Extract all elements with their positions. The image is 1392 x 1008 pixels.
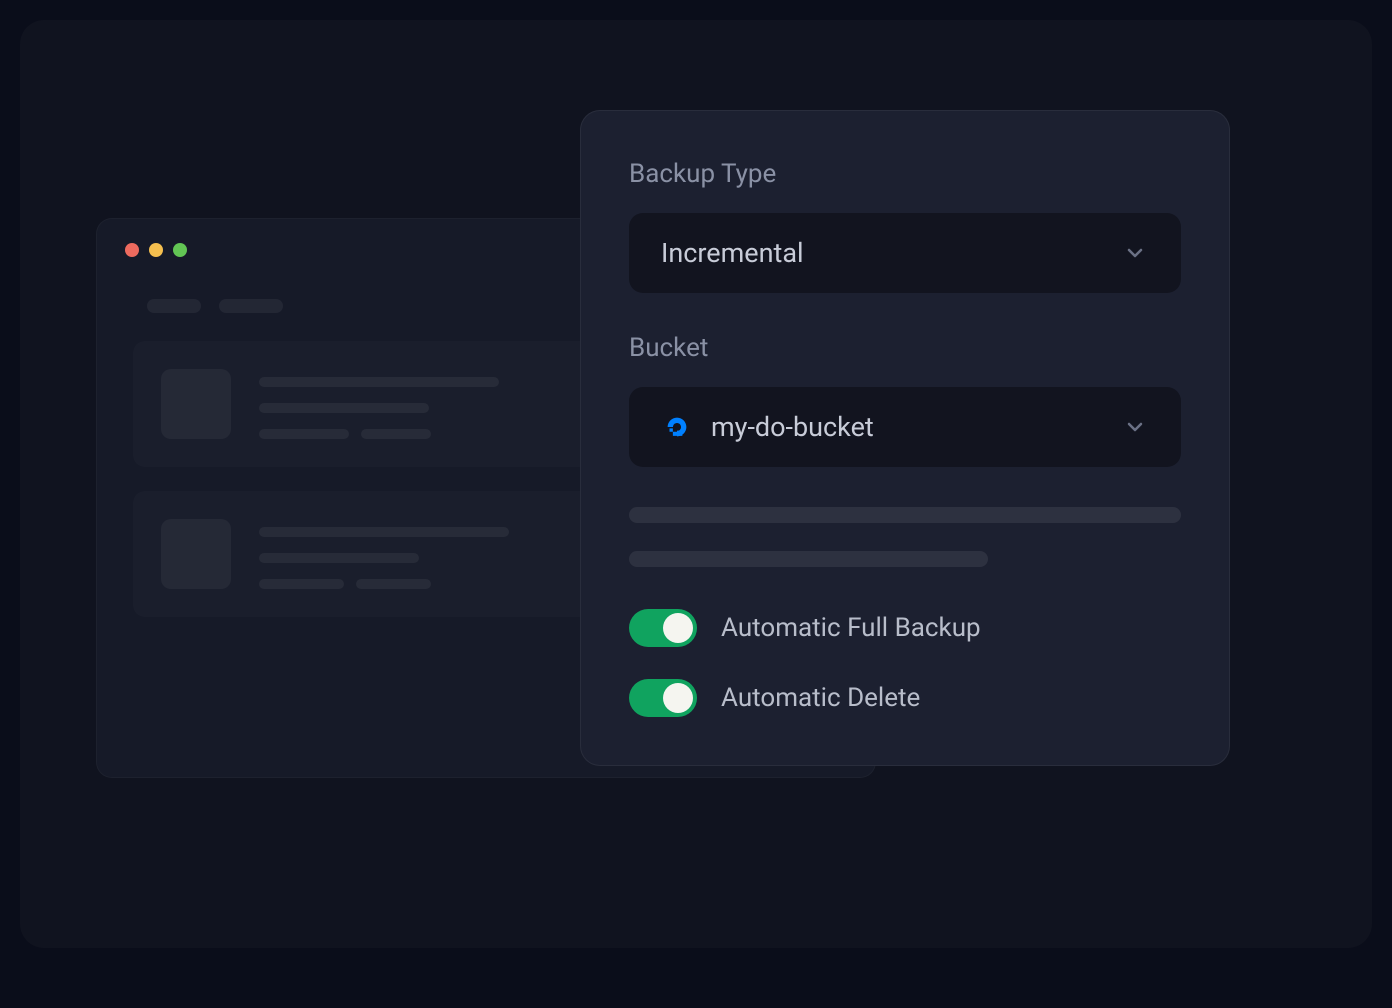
placeholder-line bbox=[356, 579, 431, 589]
placeholder-line bbox=[259, 429, 349, 439]
digitalocean-icon bbox=[661, 411, 693, 443]
backup-type-dropdown[interactable]: Incremental bbox=[629, 213, 1181, 293]
placeholder-pill bbox=[147, 299, 201, 313]
placeholder-line bbox=[259, 579, 344, 589]
bucket-dropdown[interactable]: my-do-bucket bbox=[629, 387, 1181, 467]
auto-full-backup-label: Automatic Full Backup bbox=[721, 613, 981, 643]
backup-settings-panel: Backup Type Incremental Bucket bbox=[580, 110, 1230, 766]
toggle-knob bbox=[663, 613, 693, 643]
minimize-window-button[interactable] bbox=[149, 243, 163, 257]
bucket-label: Bucket bbox=[629, 333, 1181, 363]
main-container: Backup Type Incremental Bucket bbox=[20, 20, 1372, 948]
placeholder-line bbox=[361, 429, 431, 439]
backup-type-label: Backup Type bbox=[629, 159, 1181, 189]
placeholder-line bbox=[259, 377, 499, 387]
placeholder-card-icon bbox=[161, 369, 231, 439]
close-window-button[interactable] bbox=[125, 243, 139, 257]
toggle-row-auto-full-backup: Automatic Full Backup bbox=[629, 609, 1181, 647]
auto-delete-toggle[interactable] bbox=[629, 679, 697, 717]
placeholder-line bbox=[629, 551, 988, 567]
toggle-knob bbox=[663, 683, 693, 713]
chevron-down-icon bbox=[1121, 239, 1149, 267]
dropdown-content: my-do-bucket bbox=[661, 411, 874, 443]
placeholder-pill bbox=[219, 299, 283, 313]
placeholder-line bbox=[259, 527, 509, 537]
chevron-down-icon bbox=[1121, 413, 1149, 441]
backup-type-value: Incremental bbox=[661, 237, 804, 269]
auto-delete-label: Automatic Delete bbox=[721, 683, 920, 713]
placeholder-line bbox=[259, 403, 429, 413]
dropdown-content: Incremental bbox=[661, 237, 804, 269]
placeholder-line bbox=[629, 507, 1181, 523]
auto-full-backup-toggle[interactable] bbox=[629, 609, 697, 647]
placeholder-lines bbox=[629, 507, 1181, 567]
placeholder-line bbox=[259, 553, 419, 563]
bucket-value: my-do-bucket bbox=[711, 411, 874, 443]
toggle-row-auto-delete: Automatic Delete bbox=[629, 679, 1181, 717]
placeholder-card-icon bbox=[161, 519, 231, 589]
maximize-window-button[interactable] bbox=[173, 243, 187, 257]
